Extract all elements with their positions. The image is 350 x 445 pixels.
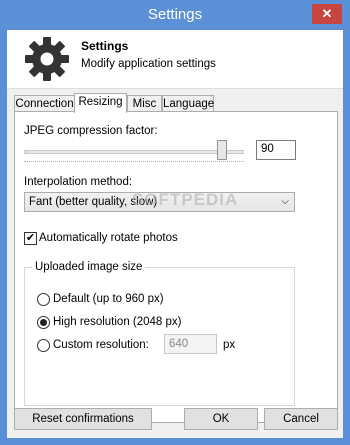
close-button[interactable]: ✕: [312, 4, 342, 24]
jpeg-value-input[interactable]: 90: [256, 140, 296, 160]
radio-high[interactable]: [37, 316, 50, 329]
header-subtitle: Modify application settings: [81, 58, 216, 70]
chevron-down-icon: ⌵: [281, 196, 289, 207]
cancel-button[interactable]: Cancel: [264, 408, 338, 430]
upload-size-title: Uploaded image size: [32, 261, 146, 273]
slider-ticks: [24, 161, 244, 165]
jpeg-slider-track[interactable]: [24, 150, 244, 154]
tab-misc[interactable]: Misc: [127, 95, 162, 112]
window-title: Settings: [147, 6, 203, 23]
upload-size-group: [24, 267, 295, 406]
radio-default-label: Default (up to 960 px): [53, 293, 164, 305]
custom-unit-label: px: [223, 339, 236, 351]
title-bar: Settings ✕: [0, 0, 350, 30]
radio-high-label: High resolution (2048 px): [53, 316, 182, 328]
gear-icon: [25, 37, 69, 81]
jpeg-slider-thumb[interactable]: [217, 140, 227, 160]
tab-resizing[interactable]: Resizing: [74, 93, 127, 113]
auto-rotate-checkbox[interactable]: ✔: [24, 232, 37, 245]
settings-window: Settings Modify application settings Con…: [7, 30, 343, 438]
reset-confirmations-button[interactable]: Reset confirmations: [14, 408, 152, 430]
auto-rotate-label: Automatically rotate photos: [39, 232, 178, 244]
ok-button[interactable]: OK: [184, 408, 258, 430]
radio-selected-dot: [40, 319, 47, 326]
radio-custom-label: Custom resolution:: [53, 339, 149, 351]
header: Settings Modify application settings: [7, 30, 343, 89]
custom-resolution-input[interactable]: 640: [164, 334, 217, 354]
tab-language[interactable]: Language: [162, 95, 214, 112]
header-title: Settings: [81, 39, 129, 53]
radio-custom[interactable]: [37, 339, 50, 352]
tab-connection[interactable]: Connection: [14, 95, 75, 112]
watermark: SOFTPEDIA: [132, 190, 239, 209]
jpeg-label: JPEG compression factor:: [24, 125, 158, 137]
interpolation-label: Interpolation method:: [24, 176, 133, 188]
radio-default[interactable]: [37, 293, 50, 306]
